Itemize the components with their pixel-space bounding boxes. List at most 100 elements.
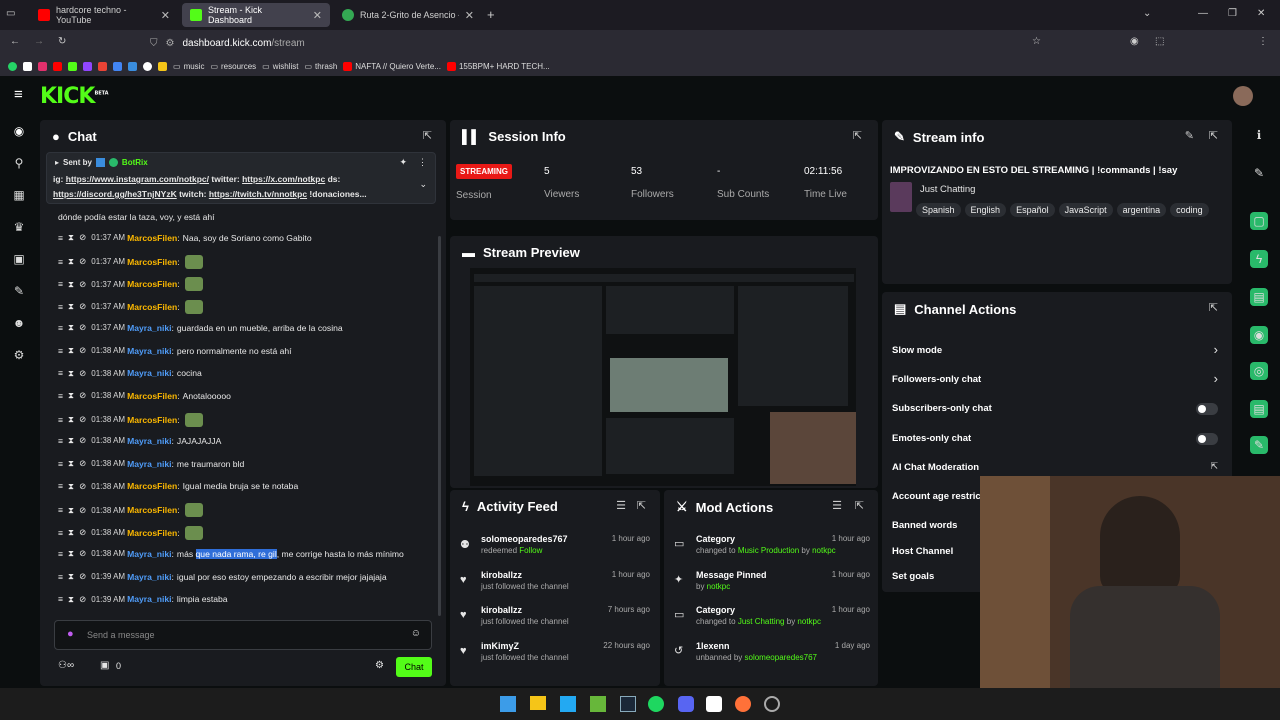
delete-message-icon[interactable]: ≡	[58, 549, 63, 559]
stream-tag[interactable]: English	[964, 203, 1007, 217]
twitch-icon[interactable]	[83, 61, 92, 71]
hamburger-menu-icon[interactable]: ≡	[14, 86, 23, 103]
layout-icon[interactable]: ▤	[1250, 400, 1268, 418]
delete-message-icon[interactable]: ≡	[58, 257, 63, 267]
bookmark-star-icon[interactable]: ☆	[1032, 36, 1041, 47]
message-author[interactable]: Mayra_niki	[127, 436, 171, 446]
delete-message-icon[interactable]: ≡	[58, 505, 63, 515]
epic-games-icon[interactable]	[706, 696, 722, 712]
host-channel-item[interactable]: Host Channel	[892, 546, 953, 557]
delete-message-icon[interactable]: ≡	[58, 368, 63, 378]
edit-icon[interactable]: ✎	[1185, 129, 1194, 142]
new-tab-icon[interactable]: +	[487, 7, 495, 22]
instagram-icon[interactable]	[38, 61, 47, 71]
delete-message-icon[interactable]: ≡	[58, 572, 63, 582]
account-icon[interactable]: ◉	[1130, 36, 1139, 47]
slow-mode-item[interactable]: Slow mode	[892, 345, 942, 356]
message-author[interactable]: Mayra_niki	[127, 346, 171, 356]
qr-icon[interactable]: ▢	[1250, 212, 1268, 230]
maximize-icon[interactable]: ❐	[1228, 8, 1237, 19]
ban-icon[interactable]: ⊘	[79, 368, 86, 379]
ban-icon[interactable]: ⊘	[79, 527, 86, 538]
tools-icon[interactable]: ✎	[1250, 436, 1268, 454]
reload-icon[interactable]: ↻	[58, 36, 66, 47]
timeout-icon[interactable]: ⧗	[68, 322, 74, 333]
message-author[interactable]: MarcosFilen	[127, 481, 177, 491]
timeout-icon[interactable]: ⧗	[68, 505, 74, 516]
stream-preview-video[interactable]	[470, 268, 856, 486]
popout-icon[interactable]: ⇱	[423, 129, 432, 142]
ban-icon[interactable]: ⊘	[79, 505, 86, 516]
file-explorer-icon[interactable]	[530, 696, 546, 710]
ban-icon[interactable]: ⊘	[79, 458, 86, 469]
delete-message-icon[interactable]: ≡	[58, 346, 63, 356]
firefox-icon[interactable]	[735, 696, 751, 712]
stream-tag[interactable]: Spanish	[916, 203, 961, 217]
live-server-icon[interactable]	[590, 696, 606, 712]
message-author[interactable]: Mayra_niki	[127, 459, 171, 469]
external-link-icon[interactable]: ⇱	[1210, 461, 1218, 472]
tab-youtube[interactable]: hardcore techno - YouTube ✕	[30, 3, 178, 27]
lightning-icon[interactable]: ϟ	[1250, 250, 1268, 268]
settings-gear-icon[interactable]: ⚙	[375, 660, 384, 671]
timeout-icon[interactable]: ⧗	[68, 232, 74, 243]
popout-icon[interactable]: ⇱	[855, 499, 864, 512]
chat-icon[interactable]: ◉	[1250, 326, 1268, 344]
extensions-icon[interactable]: ⬚	[1155, 36, 1164, 47]
document-icon[interactable]: ▤	[1250, 288, 1268, 306]
ban-icon[interactable]: ⊘	[79, 414, 86, 425]
timeout-icon[interactable]: ⧗	[68, 279, 74, 290]
stream-tag[interactable]: argentina	[1116, 203, 1167, 217]
timeout-icon[interactable]: ⧗	[68, 458, 74, 469]
bookmark-folder-music[interactable]: ▭ music	[173, 62, 204, 71]
timeout-icon[interactable]: ⧗	[68, 571, 74, 582]
drive-icon[interactable]	[113, 61, 122, 71]
cloud-icon[interactable]	[128, 61, 137, 71]
windows-start-icon[interactable]	[500, 696, 516, 712]
timeout-icon[interactable]: ⧗	[68, 594, 74, 605]
discord-icon[interactable]	[678, 696, 694, 712]
spotify-icon[interactable]	[648, 696, 664, 712]
microphone-icon[interactable]: ●	[67, 628, 74, 640]
message-author[interactable]: MarcosFilen	[127, 279, 177, 289]
whatsapp-icon[interactable]	[8, 61, 17, 71]
trophy-icon[interactable]: ♛	[10, 218, 28, 236]
message-author[interactable]: MarcosFilen	[127, 257, 177, 267]
message-author[interactable]: Mayra_niki	[127, 549, 171, 559]
ban-icon[interactable]: ⊘	[79, 301, 86, 312]
delete-message-icon[interactable]: ≡	[58, 391, 63, 401]
youtube-bookmark-icon[interactable]	[53, 61, 62, 71]
x-icon[interactable]	[23, 61, 32, 71]
wrench-icon[interactable]: ✎	[10, 282, 28, 300]
followers-only-chat-item[interactable]: Followers-only chat	[892, 374, 981, 385]
ban-icon[interactable]: ⊘	[79, 594, 86, 605]
stream-tag[interactable]: Español	[1010, 203, 1055, 217]
timeout-icon[interactable]: ⧗	[68, 256, 74, 267]
timeout-icon[interactable]: ⧗	[68, 527, 74, 538]
delete-message-icon[interactable]: ≡	[58, 233, 63, 243]
delete-message-icon[interactable]: ≡	[58, 459, 63, 469]
kick-logo[interactable]: KICKBETA	[40, 84, 109, 109]
chat-input[interactable]: ● Send a message ☺	[54, 620, 432, 650]
message-author[interactable]: MarcosFilen	[127, 391, 177, 401]
timeout-icon[interactable]: ⧗	[68, 390, 74, 401]
delete-message-icon[interactable]: ≡	[58, 594, 63, 604]
edit-icon[interactable]: ✎	[1250, 164, 1268, 182]
timeout-icon[interactable]: ⧗	[68, 414, 74, 425]
steam-icon[interactable]	[620, 696, 636, 712]
info-icon[interactable]: ℹ	[1250, 126, 1268, 144]
stream-icon[interactable]: ◉	[10, 122, 28, 140]
creator-tools-icon[interactable]: ⚙	[10, 346, 28, 364]
timeout-icon[interactable]: ⧗	[68, 548, 74, 559]
instagram-link[interactable]: https://www.instagram.com/notkpc/	[66, 174, 209, 184]
ban-icon[interactable]: ⊘	[79, 435, 86, 446]
ban-icon[interactable]: ⊘	[79, 279, 86, 290]
message-author[interactable]: MarcosFilen	[127, 505, 177, 515]
tab-google-maps[interactable]: Ruta 2-Grito de Asencio - Goog ✕	[334, 3, 482, 27]
stream-tag[interactable]: coding	[1170, 203, 1209, 217]
delete-message-icon[interactable]: ≡	[58, 436, 63, 446]
message-author[interactable]: Mayra_niki	[127, 594, 171, 604]
filter-icon[interactable]: ☰	[832, 499, 842, 512]
gmail-icon[interactable]	[98, 61, 107, 71]
users-icon[interactable]: ⚇∞	[58, 660, 74, 671]
